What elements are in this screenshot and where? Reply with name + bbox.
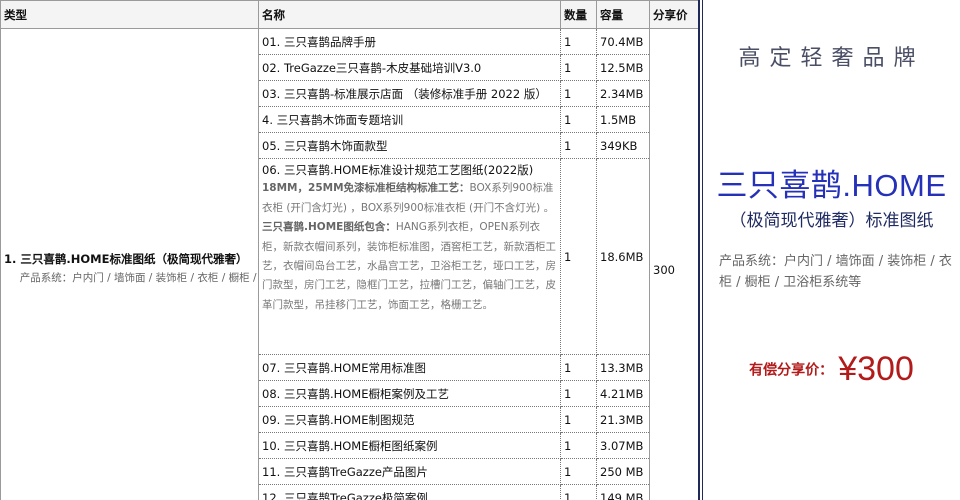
- row-qty: 1: [560, 432, 597, 459]
- row-size: 21.3MB: [596, 406, 650, 433]
- price-label: 有偿分享价：: [749, 362, 834, 379]
- table-row: 1. 三只喜鹊.HOME标准图纸（极简现代雅奢） 产品系统：户内门 / 墙饰面 …: [0, 28, 698, 500]
- row-size: 13.3MB: [596, 354, 650, 381]
- row-size: 4.21MB: [596, 380, 650, 407]
- row-name: 11. 三只喜鹊TreGazze产品图片: [258, 458, 561, 485]
- row-qty: 1: [560, 484, 597, 500]
- row-qty: 1: [560, 380, 597, 407]
- row-qty: 1: [560, 106, 597, 133]
- row-qty: 1: [560, 54, 597, 81]
- row-name: 08. 三只喜鹊.HOME橱柜案例及工艺: [258, 380, 561, 407]
- row-qty: 1: [560, 132, 597, 159]
- row-desc-heading: 三只喜鹊.HOME图纸包含：: [262, 221, 396, 234]
- row-name: 05. 三只喜鹊木饰面款型: [258, 132, 561, 159]
- row-size: 149 MB: [596, 484, 650, 500]
- row-size: 70.4MB: [596, 28, 650, 55]
- row-name: 03. 三只喜鹊-标准展示店面 （装修标准手册 2022 版）: [258, 80, 561, 107]
- row-name: 12. 三只喜鹊TreGazze极简案例: [258, 484, 561, 500]
- row-name: 01. 三只喜鹊品牌手册: [258, 28, 561, 55]
- row-name: 06. 三只喜鹊.HOME标准设计规范工艺图纸(2022版): [262, 163, 534, 177]
- row-name: 09. 三只喜鹊.HOME制图规范: [258, 406, 561, 433]
- row-size: 3.07MB: [596, 432, 650, 459]
- panel-subtitle: （极简现代雅奢）标准图纸: [729, 211, 934, 231]
- summary-panel: 高定轻奢品牌 三只喜鹊.HOME （极简现代雅奢）标准图纸 产品系统：户内门 /…: [702, 0, 960, 500]
- row-desc: 三只喜鹊.HOME图纸包含：HANG系列衣柜，OPEN系列衣柜，新款衣帽间系列，…: [262, 218, 557, 315]
- row-size: 250 MB: [596, 458, 650, 485]
- row-name-detailed: 06. 三只喜鹊.HOME标准设计规范工艺图纸(2022版) 18MM，25MM…: [258, 158, 561, 355]
- catalog-table: 类型 名称 数量 容量 分享价 1. 三只喜鹊.HOME标准图纸（极简现代雅奢）…: [0, 0, 698, 500]
- product-systems: 产品系统：户内门 / 墙饰面 / 装饰柜 / 衣柜 / 橱柜 / 卫浴柜系统等: [719, 254, 952, 290]
- row-name: 4. 三只喜鹊木饰面专题培训: [258, 106, 561, 133]
- row-qty: 1: [560, 158, 597, 355]
- row-qty: 1: [560, 28, 597, 55]
- catalog-table-wrap: 类型 名称 数量 容量 分享价 1. 三只喜鹊.HOME标准图纸（极简现代雅奢）…: [0, 0, 700, 500]
- category-desc: 产品系统：户内门 / 墙饰面 / 装饰柜 / 衣柜 / 橱柜 / 卫浴柜系统等: [19, 272, 258, 285]
- row-size: 349KB: [596, 132, 650, 159]
- header-name: 名称: [258, 0, 561, 29]
- row-desc: 18MM，25MM免漆标准柜结构标准工艺：BOX系列900标准衣柜 (开门含灯光…: [262, 179, 557, 218]
- row-size: 18.6MB: [596, 158, 650, 355]
- row-desc-text: HANG系列衣柜，OPEN系列衣柜，新款衣帽间系列，装饰柜标准图，酒窖柜工艺，新…: [262, 221, 556, 311]
- header-type: 类型: [0, 0, 259, 29]
- row-name: 07. 三只喜鹊.HOME常用标准图: [258, 354, 561, 381]
- price-row: 有偿分享价： ¥300: [703, 350, 960, 389]
- row-qty: 1: [560, 354, 597, 381]
- panel-title: 三只喜鹊.HOME: [716, 168, 947, 203]
- row-qty: 1: [560, 458, 597, 485]
- category-title: 1. 三只喜鹊.HOME标准图纸（极简现代雅奢）: [4, 252, 248, 267]
- row-size: 1.5MB: [596, 106, 650, 133]
- price-value: ¥300: [838, 350, 914, 388]
- row-name: 02. TreGazze三只喜鹊-木皮基础培训V3.0: [258, 54, 561, 81]
- row-size: 2.34MB: [596, 80, 650, 107]
- brand-tagline: 高定轻奢品牌: [738, 46, 925, 71]
- row-name: 10. 三只喜鹊.HOME橱柜图纸案例: [258, 432, 561, 459]
- row-qty: 1: [560, 406, 597, 433]
- row-qty: 1: [560, 80, 597, 107]
- header-qty: 数量: [560, 0, 597, 29]
- row-size: 12.5MB: [596, 54, 650, 81]
- header-price: 分享价: [649, 0, 698, 29]
- category-cell: 1. 三只喜鹊.HOME标准图纸（极简现代雅奢） 产品系统：户内门 / 墙饰面 …: [0, 28, 259, 500]
- price-cell: 300: [649, 28, 698, 500]
- row-desc-heading: 18MM，25MM免漆标准柜结构标准工艺：: [262, 182, 470, 195]
- table-header-row: 类型 名称 数量 容量 分享价: [0, 0, 698, 29]
- header-size: 容量: [596, 0, 650, 29]
